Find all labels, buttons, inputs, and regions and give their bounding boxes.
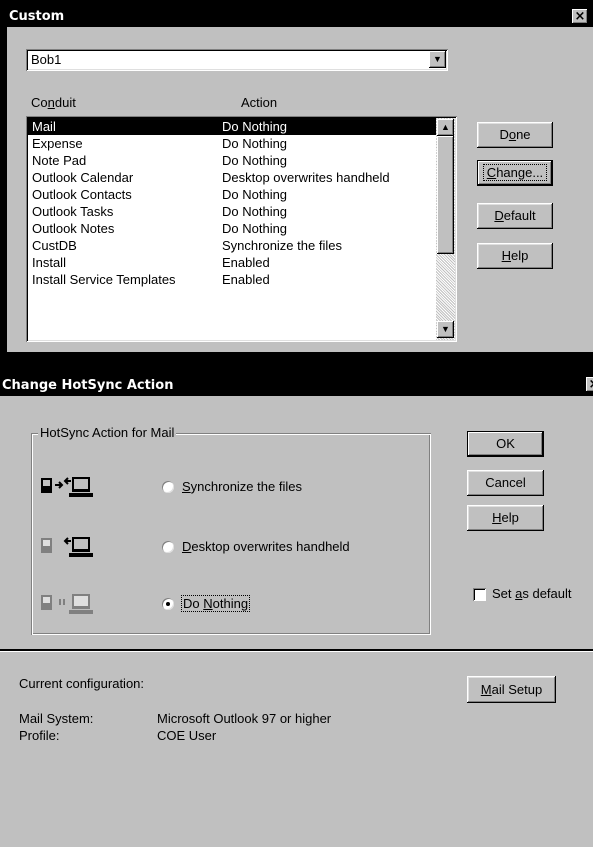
scroll-down-button[interactable]: ▼ xyxy=(437,321,454,338)
section-divider xyxy=(0,649,593,652)
user-select-dropdown-button[interactable]: ▼ xyxy=(429,51,446,68)
hotsync-dialog-title: Change HotSync Action xyxy=(2,378,174,393)
change-label: Change... xyxy=(482,164,548,181)
change-button[interactable]: Change... xyxy=(477,160,553,186)
conduit-name: Outlook Tasks xyxy=(32,204,114,219)
conduit-row[interactable]: Outlook Tasks Do Nothing xyxy=(28,203,436,220)
conduit-row[interactable]: CustDB Synchronize the files xyxy=(28,237,436,254)
conduit-column-header: Conduit xyxy=(31,95,76,110)
mail-setup-label: Mail Setup xyxy=(480,682,543,697)
conduit-header-accel: n xyxy=(47,95,55,110)
conduit-action: Do Nothing xyxy=(222,187,288,202)
help-label: Help xyxy=(501,248,529,263)
conduit-list[interactable]: Mail Do Nothing Expense Do Nothing Note Pad D… xyxy=(26,116,457,342)
sync-files-radio[interactable]: Synchronize the files xyxy=(162,479,362,495)
hotsync-dialog-title-bar[interactable]: Change HotSync Action xyxy=(0,375,593,396)
ok-button[interactable]: OK xyxy=(467,431,544,457)
hotsync-dialog: Change HotSync Action × HotSync Action f… xyxy=(0,375,593,847)
cancel-button[interactable]: Cancel xyxy=(467,470,544,496)
hotsync-help-button[interactable]: Help xyxy=(467,505,544,531)
sync-files-label: Synchronize the files xyxy=(182,479,302,494)
conduit-name: Note Pad xyxy=(32,153,87,168)
conduit-action: Do Nothing xyxy=(222,119,288,134)
radio-selected-dot xyxy=(166,602,170,606)
conduit-header-text: Co xyxy=(31,95,48,110)
custom-dialog-title-bar[interactable]: Custom xyxy=(7,7,593,27)
set-as-default-checkbox[interactable]: Set as default xyxy=(473,586,591,604)
conduit-name: Outlook Contacts xyxy=(32,187,132,202)
do-nothing-radio[interactable]: Do Nothing xyxy=(162,595,362,612)
desktop-overwrites-radio-circle[interactable] xyxy=(162,541,174,553)
scroll-thumb[interactable] xyxy=(437,136,454,254)
profile-label: Profile: xyxy=(19,728,60,743)
conduit-name: Expense xyxy=(32,136,83,151)
current-config-heading: Current configuration: xyxy=(19,676,145,691)
ok-label: OK xyxy=(496,436,515,451)
mail-system-value: Microsoft Outlook 97 or higher xyxy=(157,711,332,726)
done-button[interactable]: Done xyxy=(477,122,553,148)
conduit-row[interactable]: Outlook Contacts Do Nothing xyxy=(28,186,436,203)
conduit-name: Outlook Notes xyxy=(32,221,115,236)
help-button[interactable]: Help xyxy=(477,243,553,269)
action-column-header: Action xyxy=(241,95,278,110)
conduit-name: Install Service Templates xyxy=(32,272,176,287)
done-label: Done xyxy=(499,127,531,142)
scroll-up-button[interactable]: ▲ xyxy=(437,119,454,136)
do-nothing-label: Do Nothing xyxy=(180,595,251,612)
arrow-down-icon: ▼ xyxy=(441,324,450,334)
conduit-list-scrollbar[interactable]: ▲ ▼ xyxy=(436,118,455,340)
do-nothing-radio-circle[interactable] xyxy=(162,598,174,610)
custom-dialog: Custom × Bob1 ▼ Conduit Action Mail Do No… xyxy=(7,7,593,352)
desktop-overwrites-radio[interactable]: Desktop overwrites handheld xyxy=(162,539,392,555)
conduit-name: Outlook Calendar xyxy=(32,170,134,185)
sync-files-radio-circle[interactable] xyxy=(162,481,174,493)
conduit-action: Synchronize the files xyxy=(222,238,342,253)
arrow-up-icon: ▲ xyxy=(441,122,450,132)
conduit-name: Install xyxy=(32,255,66,270)
custom-close-button[interactable]: × xyxy=(572,9,588,24)
conduit-action: Do Nothing xyxy=(222,153,288,168)
conduit-row[interactable]: Mail Do Nothing xyxy=(28,118,436,135)
hotsync-action-group-label: HotSync Action for Mail xyxy=(38,425,177,440)
desktop-overwrite-icon xyxy=(41,537,93,557)
conduit-row[interactable]: Outlook Notes Do Nothing xyxy=(28,220,436,237)
conduit-action: Do Nothing xyxy=(222,204,288,219)
sync-icon xyxy=(41,477,93,497)
conduit-row[interactable]: Outlook Calendar Desktop overwrites handh… xyxy=(28,169,436,186)
close-icon: × xyxy=(589,377,593,392)
profile-value: COE User xyxy=(157,728,217,743)
default-label: Default xyxy=(494,208,536,223)
desktop-overwrites-label: Desktop overwrites handheld xyxy=(182,539,350,554)
conduit-name: CustDB xyxy=(32,238,77,253)
user-select[interactable]: Bob1 ▼ xyxy=(26,49,448,71)
custom-dialog-title: Custom xyxy=(9,9,65,24)
chevron-down-icon: ▼ xyxy=(433,54,442,64)
conduit-row[interactable]: Install Service Templates Enabled xyxy=(28,271,436,288)
conduit-action: Do Nothing xyxy=(222,221,288,236)
hotsync-close-button[interactable]: × xyxy=(586,377,593,392)
conduit-name: Mail xyxy=(32,119,56,134)
conduit-row[interactable]: Note Pad Do Nothing xyxy=(28,152,436,169)
conduit-row[interactable]: Install Enabled xyxy=(28,254,436,271)
conduit-action: Do Nothing xyxy=(222,136,288,151)
hotsync-help-label: Help xyxy=(492,510,519,525)
user-select-value: Bob1 xyxy=(31,52,62,67)
do-nothing-icon xyxy=(41,594,93,614)
set-as-default-box[interactable] xyxy=(473,588,486,601)
mail-setup-button[interactable]: Mail Setup xyxy=(467,676,556,703)
mail-system-label: Mail System: xyxy=(19,711,94,726)
conduit-action: Desktop overwrites handheld xyxy=(222,170,390,185)
conduit-action: Enabled xyxy=(222,255,270,270)
cancel-label: Cancel xyxy=(485,475,526,490)
conduit-header-text-end: duit xyxy=(54,95,76,110)
set-as-default-label: Set as default xyxy=(492,586,572,601)
conduit-row[interactable]: Expense Do Nothing xyxy=(28,135,436,152)
default-button[interactable]: Default xyxy=(477,203,553,229)
conduit-action: Enabled xyxy=(222,272,270,287)
close-icon: × xyxy=(574,9,586,24)
